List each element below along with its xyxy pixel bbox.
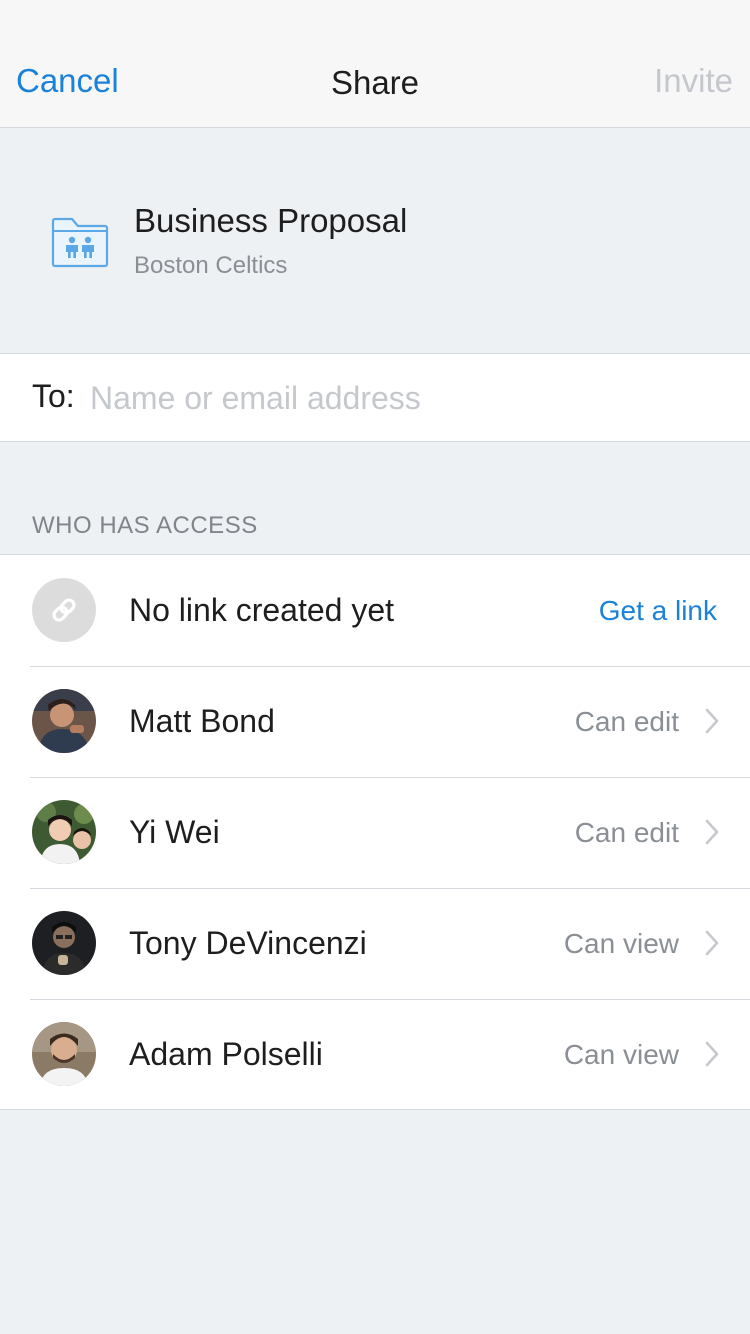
access-list: No link created yet Get a link Matt Bond…: [0, 554, 750, 1110]
chevron-right-icon: [705, 819, 719, 845]
folder-header: Business Proposal Boston Celtics: [0, 128, 750, 353]
avatar: [32, 911, 96, 975]
invite-button[interactable]: Invite: [654, 62, 733, 100]
permission-label: Can view: [563, 928, 679, 959]
section-header: WHO HAS ACCESS: [32, 512, 258, 539]
permission-label: Can view: [563, 1039, 679, 1070]
link-row: No link created yet Get a link: [0, 555, 750, 666]
member-name: Matt Bond: [129, 703, 275, 739]
folder-name: Business Proposal: [134, 202, 408, 239]
page-title: Share: [330, 64, 420, 101]
chevron-right-icon: [705, 708, 719, 734]
recipient-row: To:: [0, 353, 750, 442]
shared-folder-icon: [51, 217, 109, 268]
link-icon: [32, 578, 96, 642]
team-name: Boston Celtics: [134, 252, 288, 279]
member-row[interactable]: Yi Wei Can edit: [0, 777, 750, 888]
member-name: Tony DeVincenzi: [129, 925, 367, 961]
get-link-button[interactable]: Get a link: [599, 595, 717, 627]
permission-label: Can edit: [574, 706, 679, 737]
permission-label: Can edit: [574, 817, 679, 848]
member-name: Yi Wei: [129, 814, 220, 850]
member-row[interactable]: Matt Bond Can edit: [0, 666, 750, 777]
avatar: [32, 800, 96, 864]
avatar: [32, 1022, 96, 1086]
chevron-right-icon: [705, 1041, 719, 1067]
member-name: Adam Polselli: [129, 1036, 323, 1072]
member-row[interactable]: Adam Polselli Can view: [0, 999, 750, 1110]
navigation-bar: Cancel Share Invite: [0, 0, 750, 128]
member-row[interactable]: Tony DeVincenzi Can view: [0, 888, 750, 999]
chevron-right-icon: [705, 930, 719, 956]
to-label: To:: [32, 378, 75, 414]
avatar: [32, 689, 96, 753]
recipient-input[interactable]: [90, 370, 730, 426]
link-status: No link created yet: [129, 592, 395, 628]
